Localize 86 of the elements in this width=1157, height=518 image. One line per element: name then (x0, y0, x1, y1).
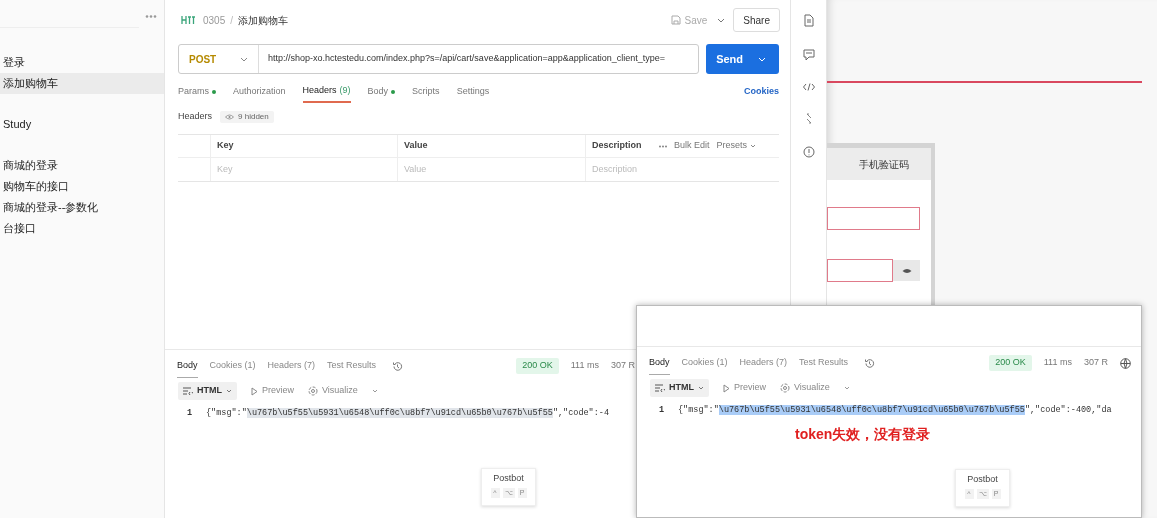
response-tab[interactable]: Headers (7) (739, 351, 788, 375)
request-tab[interactable]: Settings (456, 81, 490, 103)
cookies-link[interactable]: Cookies (744, 85, 779, 99)
caret-icon[interactable] (843, 386, 850, 390)
method-selector[interactable]: POST (179, 45, 259, 73)
response-size: 307 R (610, 359, 635, 373)
column-header: Value (404, 139, 428, 153)
preview-button[interactable]: Preview (723, 381, 766, 395)
line-number: 1 (187, 407, 194, 420)
postbot-title: Postbot (493, 472, 524, 485)
response-body-line: {"msg":"\u767b\u5f55\u5931\u6548\uff0c\u8bf7\u91cd\u65b0\u767b\u5f55","code":-4 (206, 407, 609, 420)
url-input[interactable]: http://shop-xo.hctestedu.com/index.php?s=/api/cart/save&application=app&application_client_type= (259, 52, 665, 66)
breadcrumb-separator: / (230, 13, 234, 28)
response-time: 111 ms (570, 359, 599, 373)
request-tab[interactable]: Authorization (233, 81, 286, 103)
sidebar-item[interactable]: 添加购物车 (0, 73, 164, 94)
play-icon (251, 386, 258, 396)
headers-title: Headers (178, 110, 213, 124)
response-tab[interactable]: Body (649, 351, 670, 375)
format-icon (655, 384, 665, 392)
request-tab[interactable]: Params (178, 81, 216, 103)
status-badge: 200 OK (516, 358, 559, 374)
history-icon[interactable] (864, 357, 876, 369)
annotation-text: token失效，没有登录 (795, 425, 931, 444)
line-number: 1 (659, 404, 666, 417)
eye-icon (901, 267, 912, 274)
postbot-title: Postbot (967, 473, 998, 486)
input-field[interactable] (827, 207, 920, 230)
response-tab[interactable]: Cookies (1) (209, 354, 256, 378)
history-icon[interactable] (392, 360, 404, 372)
column-header: Description (592, 139, 642, 153)
response-tab[interactable]: Cookies (1) (681, 351, 728, 375)
visualize-button[interactable]: Visualize (780, 381, 830, 395)
eye-icon (225, 114, 235, 120)
format-dropdown[interactable]: HTML (178, 382, 237, 400)
request-tab[interactable]: Body (367, 81, 396, 103)
play-icon (723, 383, 730, 393)
more-icon[interactable] (659, 144, 667, 148)
globe-icon[interactable] (1120, 357, 1131, 369)
format-icon (183, 387, 193, 395)
sidebar-item[interactable]: 台接口 (0, 218, 164, 239)
presets-dropdown[interactable]: Presets (716, 139, 757, 153)
caret-icon (226, 389, 232, 393)
share-button[interactable]: Share (733, 8, 780, 32)
preview-button[interactable]: Preview (251, 384, 294, 398)
comment-icon[interactable] (802, 49, 815, 61)
sidebar-item[interactable]: 登录 (0, 52, 164, 73)
visualize-icon (308, 386, 318, 396)
sidebar-item[interactable]: 购物车的接口 (0, 176, 164, 197)
url-bar[interactable]: POST http://shop-xo.hctestedu.com/index.php?s=/api/cart/save&application=app&application_client_type= (178, 44, 700, 74)
format-dropdown[interactable]: HTML (650, 379, 709, 397)
request-tab[interactable]: Scripts (412, 81, 440, 103)
password-field[interactable] (827, 259, 893, 282)
bulk-edit-button[interactable]: Bulk Edit (674, 139, 710, 153)
status-badge: 200 OK (989, 355, 1032, 371)
info-icon[interactable] (802, 146, 815, 158)
caret-icon (750, 144, 757, 148)
save-icon (670, 15, 681, 25)
visualize-button[interactable]: Visualize (308, 384, 358, 398)
caret-icon[interactable] (371, 389, 378, 393)
caret-icon (698, 386, 704, 390)
caret-icon[interactable] (717, 17, 726, 23)
request-name: 添加购物车 (238, 13, 289, 28)
column-header: Key (217, 139, 234, 153)
sidebar-item[interactable]: 商城的登录 (0, 155, 164, 176)
document-icon[interactable] (803, 14, 814, 27)
sidebar-item[interactable]: 商城的登录--参数化 (0, 197, 164, 218)
response-tab[interactable]: Headers (7) (267, 354, 316, 378)
arrows-icon[interactable] (804, 113, 813, 124)
visualize-icon (780, 383, 790, 393)
response-tab[interactable]: Test Results (799, 351, 849, 375)
response-time: 111 ms (1043, 356, 1072, 370)
caret-icon (240, 56, 248, 62)
response-tab[interactable]: Body (177, 354, 198, 378)
response-body-line: {"msg":"\u767b\u5f55\u5931\u6548\uff0c\u8bf7\u91cd\u65b0\u767b\u5f55","code":-400,"da (678, 404, 1112, 417)
show-password-button[interactable] (893, 260, 920, 281)
breadcrumb-collection[interactable]: 0305 (203, 12, 226, 28)
http-icon (181, 14, 197, 26)
sidebar-item[interactable]: Study (0, 114, 164, 135)
request-tab[interactable]: Headers (9) (302, 81, 351, 103)
code-icon[interactable] (802, 83, 815, 91)
send-button[interactable]: Send (706, 44, 779, 74)
more-icon[interactable] (145, 14, 157, 19)
response-size: 307 R (1083, 356, 1108, 370)
hidden-headers-toggle[interactable]: 9 hidden (220, 111, 274, 123)
response-tab[interactable]: Test Results (327, 354, 377, 378)
